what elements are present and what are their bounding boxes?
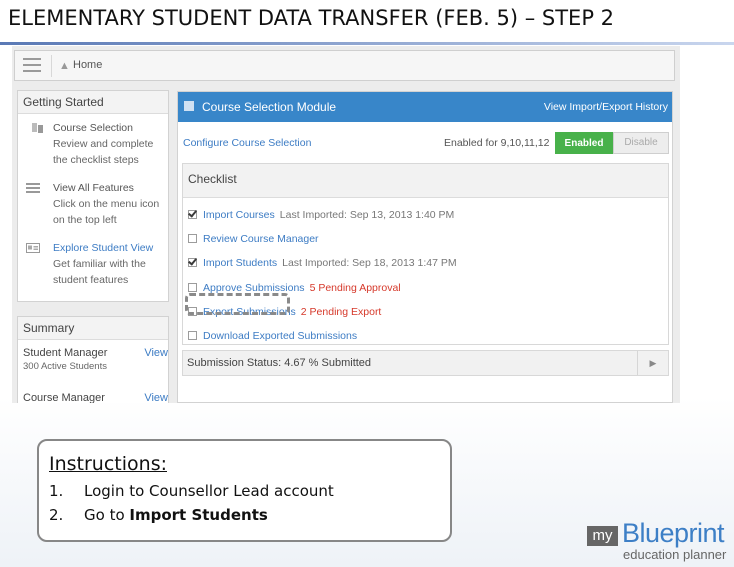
checklist-item-meta: Last Imported: Sep 18, 2013 1:47 PM	[282, 257, 457, 269]
getting-started-item-desc: Click on the menu icon on the top left	[53, 198, 160, 226]
checklist-item-import-students: Import Students Last Imported: Sep 18, 20…	[188, 257, 457, 269]
logo-my: my	[587, 526, 618, 546]
checklist-item-warning: 2 Pending Export	[300, 306, 382, 318]
instructions-title: Instructions:	[49, 453, 167, 475]
home-icon[interactable]: ▲	[59, 60, 70, 72]
checklist-item-link[interactable]: Import Students	[203, 257, 277, 269]
getting-started-item-title: Explore Student View	[53, 242, 154, 254]
summary-row-student-manager: Student Manager View 300 Active Students	[23, 347, 168, 372]
checkbox[interactable]	[188, 283, 197, 292]
checklist-title: Checklist	[183, 164, 668, 198]
checklist-item-import-courses: Import Courses Last Imported: Sep 13, 201…	[188, 209, 454, 221]
student-manager-view-link[interactable]: View	[144, 347, 168, 359]
summary-row-sub: 300 Active Students	[23, 361, 107, 372]
import-students-highlight	[185, 293, 290, 315]
myblueprint-logo: my Blueprint education planner	[587, 518, 729, 564]
module-icon	[184, 101, 194, 111]
instruction-step: 1. Login to Counsellor Lead account	[49, 482, 334, 500]
top-bar: ▲ Home	[14, 50, 675, 81]
checklist: Checklist Import Courses Last Imported: S…	[182, 163, 669, 345]
checkbox[interactable]	[188, 234, 197, 243]
summary-row-course-manager: Course Manager View	[23, 392, 168, 403]
checkbox-checked[interactable]	[188, 210, 197, 219]
module-title: Course Selection Module	[202, 100, 337, 114]
checklist-item-meta: Last Imported: Sep 13, 2013 1:40 PM	[279, 209, 455, 221]
step-number: 2.	[49, 506, 64, 524]
course-selection-module: Course Selection Module View Import/Expo…	[177, 91, 673, 403]
expand-arrow-icon[interactable]: ▶	[637, 351, 668, 375]
slide-title: ELEMENTARY STUDENT DATA TRANSFER (FEB. 5…	[8, 6, 615, 30]
logo-tagline: education planner	[623, 547, 727, 562]
instructions-box: Instructions: 1. Login to Counsellor Lead…	[37, 439, 452, 542]
step-text-bold: Import Students	[129, 506, 268, 524]
view-history-link[interactable]: View Import/Export History	[544, 101, 668, 113]
disable-button[interactable]: Disable	[613, 132, 669, 154]
topbar-divider	[51, 55, 52, 77]
submission-status-bar: Submission Status: 4.67 % Submitted ▶	[182, 350, 669, 376]
step-text: Go to	[84, 506, 130, 524]
checklist-item-link[interactable]: Import Courses	[203, 209, 275, 221]
getting-started-item-desc: Get familiar with the student features	[53, 258, 146, 286]
enabled-for-grades: Enabled for 9,10,11,12	[444, 137, 550, 149]
checkbox[interactable]	[188, 331, 197, 340]
enabled-button[interactable]: Enabled	[555, 132, 613, 154]
checkbox-checked[interactable]	[188, 258, 197, 267]
menu-icon[interactable]	[23, 58, 41, 74]
getting-started-item-desc: Review and complete the checklist steps	[53, 138, 154, 166]
getting-started-title: Getting Started	[18, 91, 168, 114]
menu-icon	[26, 183, 40, 193]
configure-course-selection-link[interactable]: Configure Course Selection	[183, 137, 311, 149]
course-manager-view-link[interactable]: View	[144, 392, 168, 403]
breadcrumb-home[interactable]: Home	[73, 59, 102, 71]
checklist-item-link[interactable]: Download Exported Submissions	[203, 330, 357, 342]
module-header: Course Selection Module View Import/Expo…	[178, 92, 672, 122]
instruction-step: 2. Go to Import Students	[49, 506, 268, 524]
book-icon	[32, 123, 43, 133]
id-card-icon	[26, 243, 40, 253]
getting-started-item-title: View All Features	[53, 182, 134, 194]
title-divider	[0, 42, 734, 45]
getting-started-item-title: Course Selection	[53, 122, 133, 134]
summary-panel: Summary Student Manager View 300 Active …	[17, 316, 169, 403]
logo-brand: Blueprint	[622, 518, 725, 548]
checklist-item-download-exported: Download Exported Submissions	[188, 330, 357, 342]
checklist-item-warning: 5 Pending Approval	[309, 282, 401, 294]
checklist-item-link[interactable]: Review Course Manager	[203, 233, 319, 245]
summary-title: Summary	[18, 317, 168, 340]
submission-status: Submission Status: 4.67 % Submitted	[187, 357, 372, 369]
step-number: 1.	[49, 482, 64, 500]
getting-started-panel: Getting Started Course Selection Review …	[17, 90, 169, 302]
checklist-item-review-course-manager: Review Course Manager	[188, 233, 319, 245]
app-screenshot: ▲ Home Getting Started Course Selection …	[12, 46, 680, 403]
step-text: Login to Counsellor Lead account	[84, 482, 334, 500]
